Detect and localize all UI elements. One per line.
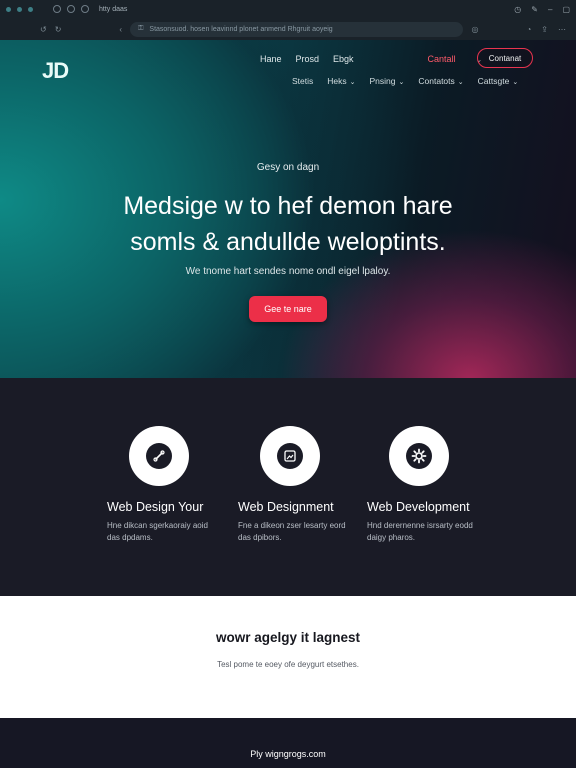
- service-title: Web Development: [367, 500, 470, 514]
- service-card[interactable]: Web Designment Fne a dikeon zser lesarty…: [238, 426, 388, 544]
- service-desc: Hnd derernenne isrsarty eodd daigy pharo…: [367, 521, 473, 542]
- image-frame-icon: [277, 443, 303, 469]
- hero-eyebrow: Gesy on dagn: [256, 162, 320, 173]
- minimize-icon[interactable]: –: [548, 5, 552, 14]
- hero-subline: We tnome hart sendes nome ondl eigel lpa…: [185, 266, 391, 277]
- chevron-down-icon: ⌄: [398, 79, 405, 86]
- services-section: Web Design Your Hne dikcan sgerkaoraiy a…: [0, 378, 576, 596]
- service-desc: Fne a dikeon zser lesarty eord das dpibo…: [238, 521, 346, 542]
- contact-button[interactable]: Contanat: [477, 48, 533, 68]
- link-icon: [146, 443, 172, 469]
- nav-item-contatots[interactable]: Contatots ⌄: [418, 76, 463, 86]
- tagline-heading: wowr agelgy it lagnest: [215, 630, 361, 645]
- nav-item-stetis[interactable]: Stetis: [292, 76, 313, 86]
- nav-item-label: Pnsing: [369, 76, 396, 86]
- browser-chrome: htty daas ◷ ✎ – ▢ ↺ ↻ ‹ ⚿ Stasonsuod. ho…: [0, 0, 576, 40]
- tagline-section: wowr agelgy it lagnest Tesl pome te eoey…: [0, 596, 576, 718]
- service-title: Web Design Your: [107, 500, 204, 514]
- site-logo[interactable]: JD: [42, 58, 69, 84]
- window-dot-icon[interactable]: [28, 6, 33, 12]
- window-dot-icon[interactable]: [17, 6, 22, 12]
- nav-item-label: Heks: [327, 76, 347, 86]
- gear-icon: [406, 443, 432, 469]
- chevron-left-icon[interactable]: ‹: [119, 25, 122, 34]
- lock-icon: ⚿: [138, 25, 144, 32]
- back-icon[interactable]: ↺: [40, 25, 47, 34]
- bookmark-icon[interactable]: ◎: [471, 25, 478, 34]
- primary-nav: Hane Prosd Ebgk Cantall ⌄: [260, 54, 482, 64]
- secondary-nav: Stetis Heks ⌄ Pnsing ⌄ Contatots ⌄ Cattsgte…: [292, 76, 518, 86]
- service-icon-circle: [260, 426, 320, 486]
- chevron-down-icon: ⌄: [512, 79, 519, 86]
- service-card[interactable]: Web Design Your Hne dikcan sgerkaoraiy a…: [107, 426, 257, 544]
- hero-headline-line1: Medsige w to hef demon hare: [123, 192, 453, 220]
- window-controls: ◷ ✎ – ▢: [514, 5, 570, 14]
- maximize-icon[interactable]: ▢: [562, 5, 570, 14]
- service-desc: Hne dikcan sgerkaoraiy aoid das dpdams.: [107, 521, 208, 542]
- nav-item-label: Contatots: [418, 76, 455, 86]
- nav-link-home[interactable]: Hane: [260, 54, 282, 64]
- nav-link-prosd[interactable]: Prosd: [296, 54, 320, 64]
- tab-row: htty daas ◷ ✎ – ▢: [0, 0, 576, 18]
- address-row: ↺ ↻ ‹ ⚿ Stasonsuod. hosen leavinnd plone…: [0, 18, 576, 40]
- service-card[interactable]: Web Development Hnd derernenne isrsarty …: [367, 426, 517, 544]
- service-icon-circle: [389, 426, 449, 486]
- chevron-down-icon: ⌄: [349, 79, 356, 86]
- nav-link-contact[interactable]: Cantall: [428, 54, 456, 64]
- address-bar[interactable]: ⚿ Stasonsuod. hosen leavinnd plonet anme…: [130, 21, 464, 37]
- window-dot-icon[interactable]: [6, 6, 11, 12]
- nav-item-label: Stetis: [292, 76, 314, 86]
- shield-icon[interactable]: [53, 5, 61, 13]
- extensions-icon[interactable]: ✎: [531, 5, 538, 14]
- hero-section: JD Hane Prosd Ebgk Cantall ⌄ Contanat St…: [0, 40, 576, 378]
- hero-headline-line2: somls & andullde weloptints.: [130, 228, 446, 256]
- nav-item-pnsing[interactable]: Pnsing ⌄: [370, 76, 405, 86]
- service-icon-circle: [129, 426, 189, 486]
- history-icon[interactable]: [67, 5, 75, 13]
- tagline-text: Tesl pome te eoey ofe deygurt etsethes.: [217, 660, 359, 669]
- hero-cta-button[interactable]: Gee te nare: [249, 296, 327, 322]
- clock-icon[interactable]: ◷: [514, 5, 521, 14]
- nav-item-label: Cattsgte: [477, 76, 510, 86]
- tab-icon[interactable]: [81, 5, 89, 13]
- tab-title[interactable]: htty daas: [99, 6, 127, 13]
- nav-item-heks[interactable]: Heks ⌄: [327, 76, 355, 86]
- shield-icon[interactable]: ◔: [526, 25, 531, 34]
- nav-link-ebgk[interactable]: Ebgk: [333, 54, 354, 64]
- footer: Ply wigngrogs.com: [0, 718, 576, 768]
- service-title: Web Designment: [238, 500, 334, 514]
- menu-icon[interactable]: ⋯: [558, 25, 566, 34]
- share-icon[interactable]: ⇪: [541, 25, 548, 34]
- footer-link[interactable]: Ply wigngrogs.com: [0, 749, 576, 759]
- hero-headline: Medsige w to hef demon hare somls & andu…: [0, 188, 576, 260]
- nav-item-cattsgte[interactable]: Cattsgte ⌄: [478, 76, 519, 86]
- refresh-icon[interactable]: ↻: [55, 25, 62, 34]
- chevron-down-icon: ⌄: [457, 79, 464, 86]
- url-text: Stasonsuod. hosen leavinnd plonet anmend…: [149, 25, 333, 33]
